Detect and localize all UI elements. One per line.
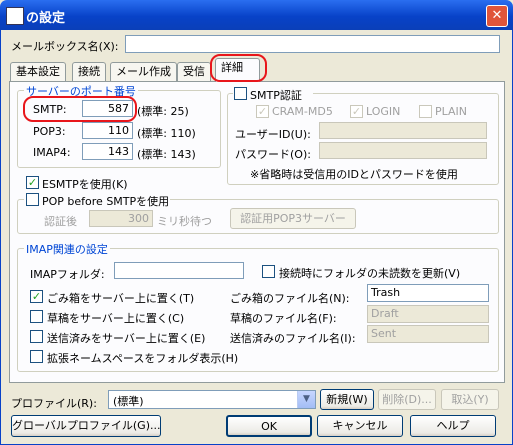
sent-name-label: 送信済みのファイル名(I): [230,332,356,345]
password-label: パスワード(O): [235,148,311,161]
tab-receive[interactable]: 受信 [177,62,211,81]
mailbox-name-label: メールボックス名(X): [11,40,119,53]
imap4-port-label: IMAP4: [33,146,71,159]
pop3-server-button[interactable]: 認証用POP3サーバー [230,208,356,229]
pop-wait-unit: ミリ秒待つ [157,215,212,228]
chevron-down-icon[interactable]: ▼ [297,391,315,408]
trash-server-label: ごみ箱をサーバー上に置く(T) [47,292,195,305]
profile-select-value: (標準) [113,395,144,408]
pop-before-checkbox[interactable] [26,193,39,206]
sent-server-label: 送信済みをサーバー上に置く(E) [47,332,206,345]
delete-profile-button[interactable]: 削除(D)... [378,389,436,410]
userid-input[interactable] [319,122,487,139]
smtp-auth-checkbox[interactable] [234,87,247,100]
trash-server-checkbox[interactable]: ✓ [30,290,43,303]
cram-md5-checkbox[interactable]: ✓ [256,105,269,118]
imap-title: IMAP関連の設定 [24,241,110,257]
draft-server-checkbox[interactable] [30,310,43,323]
close-button[interactable]: ✕ [486,5,508,27]
pop-wait-label: 認証後 [44,215,77,228]
pop3-port-input[interactable]: 110 [82,122,133,139]
pop3-port-label: POP3: [33,125,66,138]
smtp-auth-note: ※省略時は受信用のIDとパスワードを使用 [250,168,458,181]
esmtp-label: ESMTPを使用(K) [42,178,128,191]
ok-button[interactable]: OK [226,415,312,437]
app-icon [6,7,24,25]
global-profile-button[interactable]: グローバルプロファイル(G)... [11,415,161,437]
login-checkbox[interactable]: ✓ [350,105,363,118]
draft-name-label: 草稿のファイル名(F): [230,312,337,325]
new-profile-button[interactable]: 新規(W) [320,389,374,410]
trash-name-label: ごみ箱のファイル名(N): [230,292,350,305]
smtp-port-default: (標準: 25) [137,105,189,118]
smtp-auth-label: SMTP認証 [250,89,302,102]
imap4-port-input[interactable]: 143 [82,143,133,160]
close-icon: ✕ [491,8,503,23]
import-profile-button[interactable]: 取込(Y) [441,389,499,410]
ext-namespace-checkbox[interactable] [30,350,43,363]
login-label: LOGIN [366,105,401,118]
tab-basic[interactable]: 基本設定 [10,62,66,81]
highlight-oval-tab [210,54,267,82]
password-input[interactable] [319,142,487,159]
cram-md5-label: CRAM-MD5 [272,105,333,118]
unread-update-label: 接続時にフォルダの未読数を更新(V) [279,267,461,280]
tab-compose[interactable]: メール作成 [110,62,177,81]
esmtp-checkbox[interactable]: ✓ [26,176,39,189]
window-title: の設定 [26,11,66,26]
cancel-button[interactable]: キャンセル [317,415,403,437]
sent-name-input[interactable]: Sent [367,325,489,343]
imap4-port-default: (標準: 143) [137,148,196,161]
pop-before-label: POP before SMTPを使用 [42,195,170,208]
pop-wait-input[interactable]: 300 [89,210,153,227]
mailbox-name-input[interactable] [125,35,500,53]
draft-name-input[interactable]: Draft [367,305,489,323]
trash-name-input[interactable]: Trash [367,284,489,302]
title-bar [0,0,513,30]
sent-server-checkbox[interactable] [30,330,43,343]
imap-folder-input[interactable] [114,262,244,279]
userid-label: ユーザーID(U): [235,128,311,141]
plain-checkbox[interactable] [419,105,432,118]
pop3-port-default: (標準: 110) [137,127,196,140]
tab-connection[interactable]: 接続 [72,62,106,81]
profile-label: プロファイル(R): [11,397,97,410]
profile-select[interactable]: (標準) ▼ [108,390,316,409]
unread-update-checkbox[interactable] [262,265,275,278]
plain-label: PLAIN [435,105,468,118]
ext-namespace-label: 拡張ネームスペースをフォルダ表示(H) [47,352,239,365]
draft-server-label: 草稿をサーバー上に置く(C) [47,312,185,325]
highlight-oval-smtp [23,96,137,122]
imap-folder-label: IMAPフォルダ: [30,268,105,281]
help-button[interactable]: ヘルプ [410,415,496,437]
